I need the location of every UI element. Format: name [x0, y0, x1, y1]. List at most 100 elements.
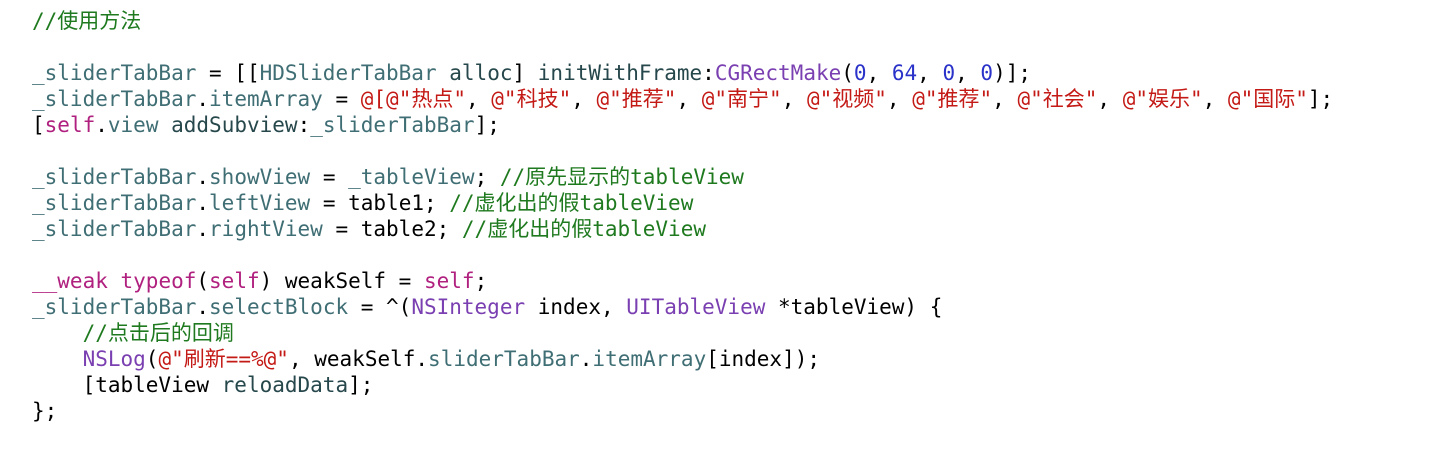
- code-token-plain: = table1;: [310, 191, 450, 215]
- code-token-class: NSLog: [82, 347, 146, 371]
- code-token-ivar: _sliderTabBar: [32, 295, 197, 319]
- code-token-plain: ,: [1202, 87, 1228, 111]
- code-token-prop: sliderTabBar: [428, 347, 580, 371]
- code-token-plain: ,: [1097, 87, 1123, 111]
- code-token-comment: //使用方法: [32, 9, 142, 33]
- code-token-class: NSInteger: [411, 295, 526, 319]
- code-token-ivar: _sliderTabBar: [32, 217, 197, 241]
- code-token-plain: (: [145, 347, 159, 371]
- code-token-plain: ];: [1307, 87, 1334, 111]
- code-line: __weak typeof(self) weakSelf = self;: [32, 268, 1440, 294]
- code-token-comment: //原先显示的tableView: [499, 165, 744, 189]
- code-token-number: 64: [891, 61, 918, 85]
- code-token-plain: (: [841, 61, 854, 85]
- code-line: _sliderTabBar.itemArray = @[@"热点", @"科技"…: [32, 86, 1440, 112]
- code-token-class: UITableView: [626, 295, 766, 319]
- code-token-string: @[@"热点": [360, 87, 466, 111]
- code-token-string: @"国际": [1227, 87, 1308, 111]
- code-token-prop: view: [107, 113, 159, 137]
- code-token-keyword: typeof: [120, 269, 197, 293]
- code-token-plain: ,: [571, 87, 597, 111]
- code-token-string: @"刷新==%@": [158, 347, 289, 371]
- code-line: };: [32, 398, 1440, 424]
- code-token-plain: ];: [474, 113, 500, 137]
- code-token-ivar: _sliderTabBar: [32, 165, 197, 189]
- code-token-plain: ];: [348, 373, 374, 397]
- code-line: NSLog(@"刷新==%@", weakSelf.sliderTabBar.i…: [32, 346, 1440, 372]
- code-token-plain: .: [196, 191, 210, 215]
- code-token-string: @"社会": [1017, 87, 1098, 111]
- code-token-plain: .: [196, 165, 210, 189]
- code-token-method: reloadData: [221, 373, 349, 397]
- code-line: _sliderTabBar.leftView = table1; //虚化出的假…: [32, 190, 1440, 216]
- code-token-comment: //虚化出的假tableView: [461, 217, 706, 241]
- code-token-number: 0: [980, 61, 994, 85]
- code-token-prop: selectBlock: [209, 295, 349, 319]
- code-token-plain: = [[: [196, 61, 260, 85]
- code-token-plain: .: [196, 295, 210, 319]
- code-token-string: @"推荐": [596, 87, 677, 111]
- code-token-string: @"推荐": [912, 87, 993, 111]
- code-token-plain: =: [310, 165, 349, 189]
- code-token-plain: = table2;: [322, 217, 462, 241]
- code-token-number: 0: [942, 61, 956, 85]
- code-token-comment: //虚化出的假tableView: [449, 191, 694, 215]
- code-token-plain: ,: [676, 87, 702, 111]
- code-token-string: @"娱乐": [1122, 87, 1203, 111]
- code-token-plain: ) weakSelf =: [259, 269, 424, 293]
- code-editor[interactable]: //使用方法 _sliderTabBar = [[HDSliderTabBar a…: [0, 0, 1440, 462]
- code-token-prop: leftView: [209, 191, 311, 215]
- code-token-class: CGRectMake: [714, 61, 842, 85]
- code-token-plain: [index]);: [706, 347, 821, 371]
- code-line: _sliderTabBar.showView = _tableView; //原…: [32, 164, 1440, 190]
- code-line: _sliderTabBar = [[HDSliderTabBar alloc] …: [32, 60, 1440, 86]
- code-token-plain: =: [322, 87, 361, 111]
- code-token-plain: *tableView) {: [765, 295, 943, 319]
- code-token-plain: index,: [525, 295, 627, 319]
- code-token-keyword: self: [423, 269, 475, 293]
- code-line: _sliderTabBar.rightView = table2; //虚化出的…: [32, 216, 1440, 242]
- code-token-string: @"科技": [491, 87, 572, 111]
- code-token-string: @"南宁": [701, 87, 782, 111]
- code-line: //点击后的回调: [32, 320, 1440, 346]
- code-token-plain: )];: [993, 61, 1031, 85]
- code-token-plain: :: [702, 61, 715, 85]
- code-token-plain: ,: [781, 87, 807, 111]
- code-token-ivar: _tableView: [348, 165, 475, 189]
- code-token-plain: };: [32, 399, 58, 423]
- code-token-comment: //点击后的回调: [82, 321, 234, 345]
- code-token-plain: = ^(: [348, 295, 412, 319]
- code-token-plain: ,: [992, 87, 1018, 111]
- code-token-plain: [: [32, 113, 45, 137]
- code-token-number: 0: [853, 61, 867, 85]
- code-token-plain: ;: [474, 165, 500, 189]
- code-token-method: addSubview: [171, 113, 298, 137]
- code-token-prop: itemArray: [209, 87, 323, 111]
- code-token-keyword: self: [44, 113, 96, 137]
- code-token-plain: ]: [512, 61, 538, 85]
- code-token-prop: itemArray: [592, 347, 707, 371]
- code-token-prop: rightView: [209, 217, 323, 241]
- code-token-prop: showView: [209, 165, 311, 189]
- code-token-ivar: _sliderTabBar: [32, 191, 197, 215]
- code-token-plain: .: [579, 347, 593, 371]
- code-token-plain: ;: [474, 269, 488, 293]
- code-token-plain: :: [297, 113, 311, 137]
- code-token-plain: ,: [886, 87, 913, 111]
- code-line: //使用方法: [32, 8, 1440, 34]
- code-token-method: alloc: [449, 61, 513, 85]
- code-token-plain: ,: [866, 61, 892, 85]
- code-token-plain: (: [196, 269, 210, 293]
- code-token-ivar: HDSliderTabBar: [259, 61, 437, 85]
- code-token-keyword: __weak: [32, 269, 108, 293]
- code-token-plain: ,: [955, 61, 981, 85]
- code-token-keyword: self: [209, 269, 260, 293]
- code-token-plain: .: [196, 217, 210, 241]
